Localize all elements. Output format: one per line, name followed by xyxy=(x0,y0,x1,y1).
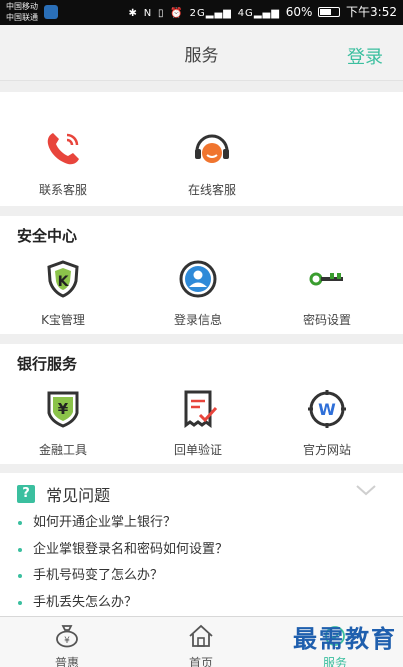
contact-section: 联系客服 在线客服 xyxy=(0,92,403,206)
nav-tab-puhui[interactable]: ¥ 普惠 xyxy=(0,617,134,667)
nav-label-home: 首页 xyxy=(188,656,213,667)
user-icon xyxy=(179,260,217,298)
phone-icon xyxy=(47,133,79,165)
faq-title: 常见问题 xyxy=(46,486,111,505)
receipt-verification-label: 回单验证 xyxy=(173,443,222,457)
svg-text:W: W xyxy=(318,400,336,419)
faq-section: ? 常见问题 如何开通企业掌上银行？ 企业掌银登录名和密码如何设置？ 手机号码变… xyxy=(0,473,403,618)
alarm-icon: ⏰ xyxy=(170,8,184,19)
signal-2-icon: 4G▂▄▆ xyxy=(237,8,280,19)
faq-header: ? 常见问题 xyxy=(17,482,111,505)
login-info-button[interactable]: 登录信息 xyxy=(138,259,258,328)
status-bar: 中国移动 中国联通 ✱ N ▯ ⏰ 2G▂▄▆ 4G▂▄▆ 60% 下午3:52 xyxy=(0,0,403,25)
security-center-title: 安全中心 xyxy=(17,227,78,245)
vibrate-icon: ▯ xyxy=(158,8,165,19)
bullet-dot xyxy=(18,600,22,605)
svg-text:K: K xyxy=(58,274,70,290)
svg-text:¥: ¥ xyxy=(64,636,70,646)
app-notification-icon xyxy=(44,5,58,19)
question-icon: ? xyxy=(17,485,35,503)
faq-item[interactable]: 手机号码变了怎么办？ xyxy=(0,563,403,590)
password-settings-label: 密码设置 xyxy=(302,313,351,327)
online-service-button[interactable]: 在线客服 xyxy=(152,129,272,198)
bullet-dot xyxy=(18,574,22,578)
yen-shield-icon: ¥ xyxy=(47,391,79,428)
bullet-dot xyxy=(18,521,22,525)
status-icons: ✱ N ▯ ⏰ 2G▂▄▆ 4G▂▄▆ 60% 下午3:52 xyxy=(129,4,398,22)
app-header: 服务 登录 xyxy=(0,25,403,81)
carrier-2: 中国联通 xyxy=(6,13,38,22)
carrier-labels: 中国移动 中国联通 xyxy=(6,1,38,23)
clock: 下午3:52 xyxy=(346,5,397,19)
signal-1-icon: 2G▂▄▆ xyxy=(189,8,232,19)
financial-tools-button[interactable]: ¥ 金融工具 xyxy=(3,389,123,458)
nav-label-puhui: 普惠 xyxy=(54,656,79,667)
nav-tab-home[interactable]: 首页 xyxy=(134,617,268,667)
carrier-1: 中国移动 xyxy=(6,2,38,11)
watermark-logo: 最需教育 xyxy=(293,624,397,653)
page-title: 服务 xyxy=(184,46,219,66)
nav-label-service: 服务 xyxy=(322,656,347,667)
home-icon xyxy=(189,624,213,647)
bullet-dot xyxy=(18,547,22,552)
svg-text:¥: ¥ xyxy=(58,400,69,418)
contact-service-label: 联系客服 xyxy=(38,183,87,197)
k-bao-management-label: K宝管理 xyxy=(41,313,85,327)
bank-services-section: 银行服务 ¥ 金融工具 回单验证 W 官方网站 xyxy=(0,344,403,464)
bank-services-title: 银行服务 xyxy=(17,355,78,373)
battery-icon xyxy=(318,7,341,17)
money-bag-icon: ¥ xyxy=(56,625,78,648)
faq-item[interactable]: 如何开通企业掌上银行？ xyxy=(0,510,403,537)
official-website-label: 官方网站 xyxy=(302,443,351,457)
login-info-label: 登录信息 xyxy=(173,313,222,327)
chevron-down-icon[interactable] xyxy=(355,483,377,497)
online-service-label: 在线客服 xyxy=(187,183,236,197)
headset-icon xyxy=(195,134,229,163)
bluetooth-icon: ✱ xyxy=(128,8,138,19)
financial-tools-label: 金融工具 xyxy=(38,443,87,457)
login-button[interactable]: 登录 xyxy=(347,43,383,69)
faq-item[interactable]: 企业掌银登录名和密码如何设置？ xyxy=(0,537,403,564)
k-bao-management-button[interactable]: K K宝管理 xyxy=(3,259,123,328)
receipt-verification-button[interactable]: 回单验证 xyxy=(138,389,258,458)
password-settings-button[interactable]: 密码设置 xyxy=(267,259,387,328)
website-icon: W xyxy=(308,390,346,428)
k-shield-icon: K xyxy=(47,260,79,298)
nfc-icon: N xyxy=(143,8,153,19)
contact-service-button[interactable]: 联系客服 xyxy=(3,129,123,198)
battery-percent: 60% xyxy=(285,5,313,19)
faq-list: 如何开通企业掌上银行？ 企业掌银登录名和密码如何设置？ 手机号码变了怎么办？ 手… xyxy=(0,510,403,616)
security-center-section: 安全中心 K K宝管理 登录信息 密码设置 xyxy=(0,216,403,334)
key-icon xyxy=(309,272,343,286)
faq-item[interactable]: 手机丢失怎么办？ xyxy=(0,590,403,617)
receipt-icon xyxy=(184,390,218,428)
official-website-button[interactable]: W 官方网站 xyxy=(267,389,387,458)
